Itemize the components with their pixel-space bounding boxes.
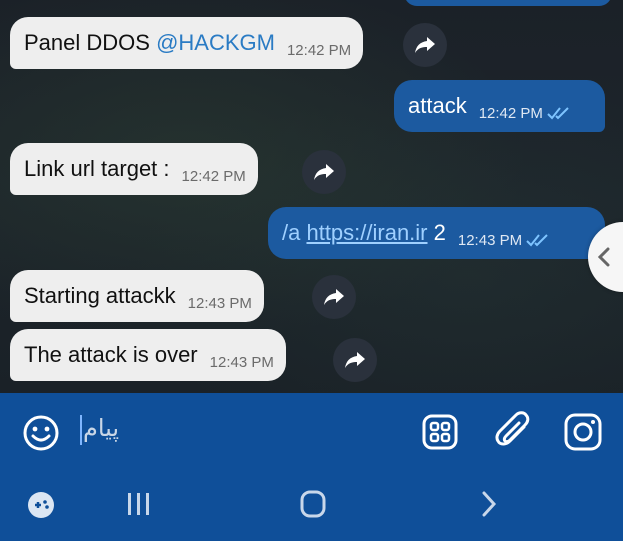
share-arrow-icon — [324, 289, 344, 305]
message-time: 12:43 PM — [209, 353, 274, 371]
smiley-icon[interactable] — [22, 414, 60, 452]
message-text: Panel DDOS — [24, 30, 157, 55]
read-receipt-icon — [526, 234, 548, 247]
home-icon[interactable] — [299, 489, 327, 519]
back-icon[interactable] — [479, 490, 499, 518]
message-bubble-incoming[interactable]: Panel DDOS @HACKGM 12:42 PM — [10, 17, 364, 69]
share-arrow-icon — [415, 37, 435, 53]
message-text: Starting attackk — [24, 283, 176, 308]
chat-area[interactable]: Panel DDOS @HACKGM 12:42 PM attack 12:42… — [0, 0, 623, 393]
message-input[interactable]: پیام — [83, 414, 119, 442]
read-receipt-icon — [547, 107, 569, 120]
text-cursor — [80, 415, 82, 445]
navigation-bar — [0, 473, 623, 541]
paperclip-icon[interactable] — [494, 411, 534, 453]
message-time: 12:42 PM — [478, 104, 543, 122]
message-text-prefix: /a — [282, 220, 307, 245]
gamepad-icon[interactable] — [26, 490, 56, 520]
message-time: 12:43 PM — [457, 231, 523, 249]
message-bubble-incoming[interactable]: The attack is over 12:43 PM — [10, 329, 286, 381]
message-bubble-incoming[interactable]: Link url target : 12:42 PM — [10, 143, 258, 195]
message-time: 12:43 PM — [187, 294, 252, 312]
share-button[interactable] — [302, 150, 346, 194]
instagram-camera-icon[interactable] — [563, 412, 603, 452]
share-arrow-icon — [345, 352, 365, 368]
message-text: attack — [408, 93, 467, 118]
message-text: Link url target : — [24, 156, 170, 181]
url-link[interactable]: https://iran.ir — [306, 220, 427, 245]
message-time: 12:42 PM — [181, 167, 246, 185]
chevron-left-icon — [597, 247, 610, 267]
recents-icon[interactable] — [125, 491, 153, 517]
message-bubble-outgoing[interactable]: /a https://iran.ir 2 12:43 PM — [268, 207, 605, 259]
share-button[interactable] — [312, 275, 356, 319]
mention-link[interactable]: @HACKGM — [156, 30, 275, 55]
message-bubble-incoming[interactable]: Starting attackk 12:43 PM — [10, 270, 264, 322]
message-text: The attack is over — [24, 342, 198, 367]
share-button[interactable] — [403, 23, 447, 67]
message-text-suffix: 2 — [427, 220, 446, 245]
share-arrow-icon — [314, 164, 334, 180]
message-time: 12:42 PM — [286, 41, 352, 59]
grid-icon[interactable] — [421, 413, 459, 451]
share-button[interactable] — [333, 338, 377, 382]
message-bubble-outgoing[interactable]: attack 12:42 PM — [394, 80, 605, 132]
previous-outgoing-bubble — [404, 0, 612, 6]
